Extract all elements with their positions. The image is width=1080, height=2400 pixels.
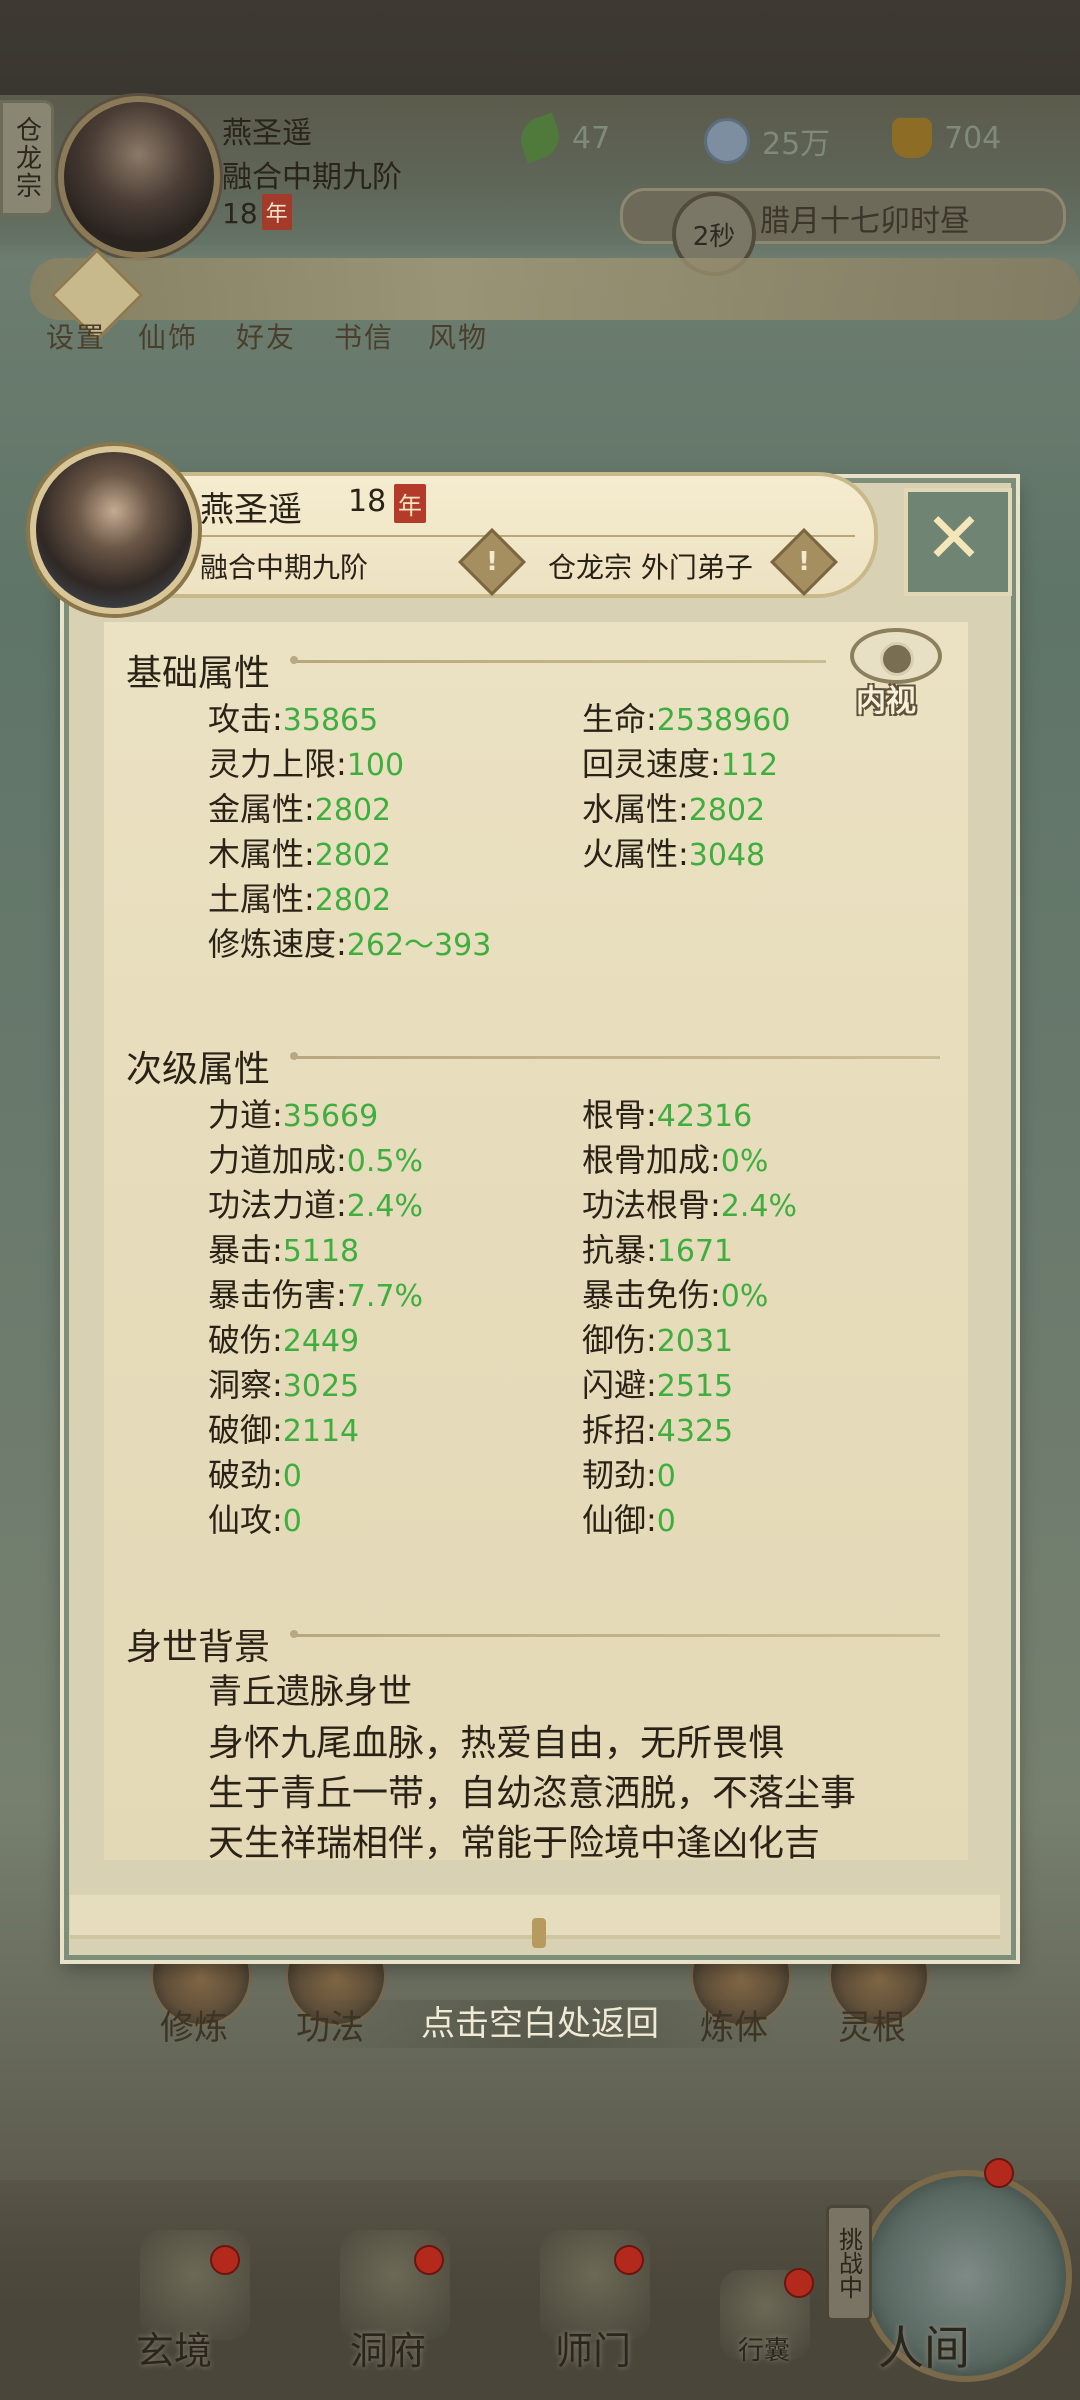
stat-guard: 御伤:2031 (582, 1321, 734, 1359)
stat-immortal-attack: 仙攻:0 (208, 1501, 302, 1539)
stat-break-toughness: 破劲:0 (208, 1456, 302, 1494)
stat-constitution-bonus: 根骨加成:0% (582, 1141, 769, 1179)
stat-strength-bonus: 力道加成:0.5% (208, 1141, 424, 1179)
stat-pierce: 破伤:2449 (208, 1321, 360, 1359)
stat-wood: 木属性:2802 (208, 835, 392, 873)
section-divider (290, 656, 826, 664)
stat-crit: 暴击:5118 (208, 1231, 360, 1269)
quick-costume[interactable]: 仙饰 (138, 316, 198, 356)
stat-counter: 拆招:4325 (582, 1411, 734, 1449)
nav-world[interactable]: 人间 (878, 2312, 970, 2378)
stat-constitution: 根骨:42316 (582, 1096, 753, 1134)
stat-earth: 土属性:2802 (208, 880, 392, 918)
stat-crit-reduction: 暴击免伤:0% (582, 1276, 769, 1314)
stat-break-defense: 破御:2114 (208, 1411, 360, 1449)
nav-shimen[interactable]: 师门 (555, 2320, 631, 2375)
panel-realm: 融合中期九阶 (200, 551, 369, 584)
scroll-pin (532, 1918, 546, 1948)
stat-mana-regen: 回灵速度:112 (582, 745, 779, 783)
quick-letters[interactable]: 书信 (334, 316, 394, 356)
notification-dot (784, 2268, 814, 2298)
nav-xuanjing[interactable]: 玄境 (136, 2320, 212, 2375)
sect-tab[interactable]: 仓龙宗 (0, 100, 54, 216)
background-line: 生于青丘一带，自幼恣意洒脱，不落尘事 (208, 1773, 857, 1814)
quick-friends[interactable]: 好友 (236, 316, 296, 356)
section-divider (290, 1052, 940, 1060)
stat-hp: 生命:2538960 (582, 700, 791, 738)
background-title: 身世背景 (126, 1627, 271, 1668)
nav-bag[interactable]: 行囊 (738, 2330, 790, 2367)
stat-fire: 火属性:3048 (582, 835, 766, 873)
background-origin: 青丘遗脉身世 (208, 1672, 412, 1712)
inner-view-button[interactable]: 内视 (846, 624, 942, 719)
section-divider (290, 1630, 940, 1638)
eye-pupil (880, 642, 914, 676)
header-divider (195, 535, 855, 537)
close-icon[interactable]: ✕ (904, 490, 1004, 586)
secondary-attributes-title: 次级属性 (126, 1049, 271, 1090)
stat-immortal-defense: 仙御:0 (582, 1501, 676, 1539)
player-name: 燕圣遥 (222, 116, 312, 151)
quick-menu-bar (30, 258, 1080, 320)
stat-dodge: 闪避:2515 (582, 1366, 734, 1404)
panel-player-name: 燕圣遥 (200, 490, 302, 530)
stat-water: 水属性:2802 (582, 790, 766, 828)
stat-attack: 攻击:35865 (208, 700, 379, 738)
player-age: 18 年 (222, 194, 292, 230)
panel-sect: 仓龙宗 外门弟子 (548, 551, 753, 584)
stat-strength: 力道:35669 (208, 1096, 379, 1134)
notification-dot (614, 2245, 644, 2275)
age-unit-badge: 年 (394, 484, 426, 523)
stat-toughness: 韧劲:0 (582, 1456, 676, 1494)
stat-skill-strength: 功法力道:2.4% (208, 1186, 424, 1224)
background-line: 天生祥瑞相伴，常能于险境中逢凶化吉 (208, 1823, 821, 1864)
nav-dongfu[interactable]: 洞府 (350, 2320, 426, 2375)
stat-crit-resist: 抗暴:1671 (582, 1231, 734, 1269)
player-realm: 融合中期九阶 (222, 160, 402, 195)
resource-leaf[interactable]: 47 (514, 112, 610, 164)
quick-scenery[interactable]: 风物 (428, 316, 488, 356)
notification-dot (414, 2245, 444, 2275)
gold-icon (892, 118, 932, 158)
basic-attributes-title: 基础属性 (126, 653, 271, 694)
stat-crit-damage: 暴击伤害:7.7% (208, 1276, 424, 1314)
back-hint[interactable]: 点击空白处返回 (0, 1996, 1080, 2048)
leaf-icon (514, 112, 566, 164)
panel-avatar (30, 446, 198, 614)
notification-dot (984, 2158, 1014, 2188)
game-time: 腊月十七卯时昼 (760, 204, 970, 239)
stat-skill-constitution: 功法根骨:2.4% (582, 1186, 798, 1224)
panel-player-age: 18 (348, 484, 387, 519)
player-avatar[interactable] (58, 96, 220, 258)
notification-dot (210, 2245, 240, 2275)
resource-gold[interactable]: 704 (892, 118, 1001, 158)
stat-metal: 金属性:2802 (208, 790, 392, 828)
coin-icon (704, 118, 750, 164)
stat-cultivation-speed: 修炼速度:262～393 (208, 925, 492, 963)
background-line: 身怀九尾血脉，热爱自由，无所畏惧 (208, 1723, 785, 1764)
quick-settings[interactable]: 设置 (46, 316, 106, 356)
challenge-badge[interactable]: 挑战中 (826, 2205, 872, 2321)
stat-mana-cap: 灵力上限:100 (208, 745, 405, 783)
resource-coin[interactable]: 25万 (704, 118, 830, 164)
stat-insight: 洞察:3025 (208, 1366, 360, 1404)
